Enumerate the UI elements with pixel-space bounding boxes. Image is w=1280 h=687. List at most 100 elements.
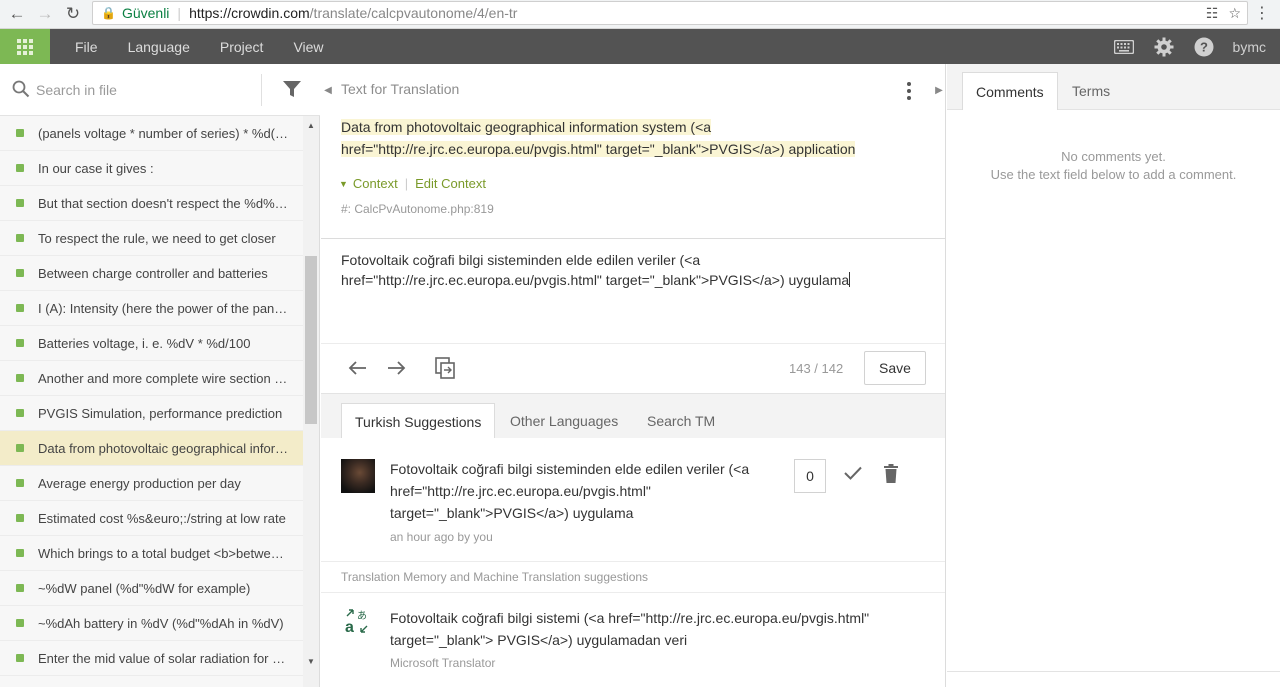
mt-suggestion-text[interactable]: Fotovoltaik coğrafi bilgi sistemi (<a hr… [390,607,930,651]
list-item[interactable]: Which brings to a total budget <b>betwee… [0,536,303,571]
forward-icon[interactable]: → [34,3,56,25]
list-item[interactable]: (panels voltage * number of series) * %d… [0,116,303,151]
strings-list: (panels voltage * number of series) * %d… [0,116,303,687]
url-path: /translate/calcpvautonome/4/en-tr [309,5,518,21]
reload-icon[interactable]: ↻ [62,3,84,25]
filter-icon[interactable] [282,79,302,102]
gear-icon[interactable] [1153,36,1175,58]
list-item[interactable]: I (A): Intensity (here the power of the … [0,291,303,326]
collapse-right-icon[interactable]: ▶ [932,64,946,116]
list-item-text: But that section doesn't respect the %d%… [38,195,290,211]
mt-source: Microsoft Translator [390,656,496,670]
list-item[interactable]: Batteries voltage, i. e. %dV * %d/100 [0,326,303,361]
list-item[interactable]: ~%dAh battery in %dV (%d"%dAh in %dV) [0,606,303,641]
list-item[interactable]: Another and more complete wire section c… [0,361,303,396]
status-dot-icon [16,654,24,662]
vote-count[interactable]: 0 [794,459,826,493]
status-dot-icon [16,584,24,592]
divider [321,592,946,593]
next-string-icon[interactable] [384,356,408,380]
address-bar[interactable]: 🔒 Güvenli | https://crowdin.com /transla… [92,1,1248,25]
star-icon[interactable]: ☆ [1228,5,1241,22]
keyboard-icon[interactable] [1113,36,1135,58]
list-scrollbar-thumb[interactable] [305,256,317,424]
copy-source-icon[interactable] [433,356,457,380]
browser-menu-icon[interactable]: ⋮ [1254,3,1270,23]
trash-icon[interactable] [883,464,899,486]
character-counter: 143 / 142 [789,361,844,376]
divider [321,238,946,239]
context-link[interactable]: Context [353,176,398,191]
secure-label: Güvenli [121,5,170,21]
previous-string-icon[interactable] [346,356,370,380]
list-item[interactable]: ~%dW panel (%d"%dW for example) [0,571,303,606]
panel-divider [945,64,946,687]
tm-section-label: Translation Memory and Machine Translati… [341,570,649,584]
apps-button[interactable] [0,29,50,64]
more-options-icon[interactable] [901,79,917,103]
menu-view[interactable]: View [278,39,338,55]
status-dot-icon [16,199,24,207]
list-item[interactable]: To respect the rule, we need to get clos… [0,221,303,256]
list-item[interactable]: Between charge controller and batteries [0,256,303,291]
help-icon[interactable]: ? [1193,36,1215,58]
source-tag-close[interactable]: </a> [751,141,780,157]
collapse-left-icon[interactable]: ◀ [321,64,335,116]
scroll-up-icon[interactable]: ▲ [307,122,315,130]
text-caret [849,272,851,287]
apps-grid-icon [17,38,33,55]
scroll-down-icon[interactable]: ▼ [307,658,315,666]
suggestion-text: Fotovoltaik coğrafi bilgi sisteminden el… [390,461,750,521]
search-input[interactable] [36,78,256,102]
list-item[interactable]: But that section doesn't respect the %d%… [0,186,303,221]
empty-comments-message: No comments yet. Use the text field belo… [947,148,1280,184]
save-button[interactable]: Save [864,351,926,385]
comments-tabbar: Comments Terms [947,64,1280,110]
tab-terms[interactable]: Terms [1059,72,1123,110]
suggestion-meta: an hour ago by you [390,530,493,544]
list-item-text: PVGIS Simulation, performance prediction [38,405,283,421]
check-icon[interactable] [843,465,863,484]
status-dot-icon [16,164,24,172]
svg-text:a: a [345,619,354,634]
translate-icon[interactable]: ☷ [1206,5,1219,22]
tab-comments[interactable]: Comments [962,72,1058,110]
divider [947,671,1280,672]
url-actions: ☷ ☆ [1206,5,1241,22]
list-item[interactable]: Average energy production per day [0,466,303,501]
status-dot-icon [16,304,24,312]
list-item[interactable]: PVGIS Simulation, performance prediction [0,396,303,431]
tab-search-tm[interactable]: Search TM [634,403,728,439]
panel-label: Text for Translation [341,81,460,97]
username[interactable]: bymc [1233,39,1266,55]
status-dot-icon [16,619,24,627]
caret-down-icon: ▼ [339,178,348,189]
search-icon [12,80,30,101]
menu-language[interactable]: Language [113,39,205,55]
list-item-text: Data from photovoltaic geographical info… [38,440,290,456]
list-item[interactable]: In our case it gives : [0,151,303,186]
list-item[interactable]: Data from photovoltaic geographical info… [0,431,303,466]
main-menu: File Language Project View [60,29,339,64]
list-item[interactable]: Estimated cost %s&euro;:/string at low r… [0,501,303,536]
edit-context-link[interactable]: Edit Context [415,176,486,191]
tab-other-languages[interactable]: Other Languages [497,403,631,439]
tab-turkish-suggestions[interactable]: Turkish Suggestions [341,403,496,439]
menu-file[interactable]: File [60,39,113,55]
status-dot-icon [16,549,24,557]
source-text-part2: ) application [779,141,856,157]
translation-text: Fotovoltaik coğrafi bilgi sisteminden el… [341,252,850,288]
suggestion-item[interactable]: Fotovoltaik coğrafi bilgi sisteminden el… [321,438,946,562]
list-item-text: Another and more complete wire section c… [38,370,290,386]
list-item-text: Batteries voltage, i. e. %dV * %d/100 [38,335,251,351]
list-item-text: Estimated cost %s&euro;:/string at low r… [38,510,286,526]
list-item-text: Average energy production per day [38,475,241,491]
back-icon[interactable]: ← [6,3,28,25]
menu-project[interactable]: Project [205,39,279,55]
translator-icon: あa [345,608,369,637]
translation-field[interactable]: Fotovoltaik coğrafi bilgi sisteminden el… [341,250,921,290]
list-item[interactable]: Enter the mid value of solar radiation f… [0,641,303,676]
source-text-part1: Data from photovoltaic geographical info… [341,119,696,135]
suggestions-tabbar: Turkish Suggestions Other Languages Sear… [321,393,946,439]
editor-panel: ◀ ▶ Text for Translation Data from photo… [321,64,946,687]
